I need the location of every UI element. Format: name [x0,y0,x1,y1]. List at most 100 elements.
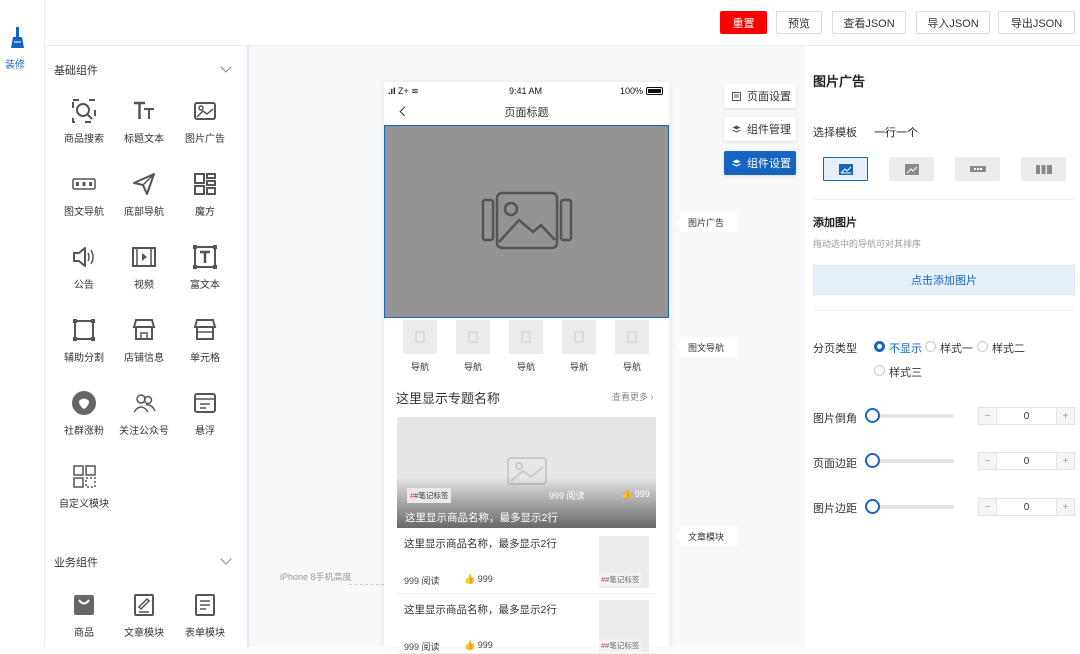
component-rich-text[interactable]: 富文本 [175,240,235,300]
pager-type-label: 分页类型 [813,343,857,355]
nav-label: 导航 [410,362,429,372]
image-placeholder-icon [481,191,573,250]
reset-button[interactable]: 重置 [720,11,767,34]
increment-button[interactable]: + [1057,408,1074,424]
template-label: 选择模板 [813,127,857,139]
pager-radio[interactable] [874,341,885,352]
follow-icon [133,394,156,413]
pager-option-label[interactable]: 不显示 [889,340,922,356]
title-text-icon [134,101,154,119]
nav-item[interactable]: 导航 [509,320,543,373]
pager-radio[interactable] [977,341,988,352]
rich-text-icon [193,245,217,269]
divider-icon [73,319,95,341]
component-follow[interactable]: 关注公众号 [114,386,174,446]
component-divider[interactable]: 辅助分割 [54,313,114,373]
template-single-option[interactable] [823,157,868,181]
page-settings-button[interactable]: 页面设置 [724,84,796,108]
component-manage-button[interactable]: 组件管理 [724,117,796,141]
nav-item[interactable]: 导航 [562,320,596,373]
component-tag[interactable]: 图片广告 [675,212,738,232]
decorate-brush-icon[interactable] [9,26,27,50]
component-cell[interactable]: 单元格 [175,313,235,373]
decrement-button[interactable]: − [979,408,996,424]
component-image-nav[interactable]: 图文导航 [54,167,114,227]
preview-button[interactable]: 预览 [776,11,822,34]
chevron-down-icon[interactable] [220,61,232,73]
nav-item[interactable]: 导航 [403,320,437,373]
basic-components-title: 基础组件 [54,65,98,77]
image-ad-block[interactable] [384,125,669,318]
component-tag[interactable]: 图文导航 [675,337,738,357]
nav-label: 导航 [622,362,641,372]
pager-option-label[interactable]: 样式一 [940,340,973,356]
image-nav-icon [72,178,96,190]
template-multi-option[interactable] [1021,157,1066,181]
pager-radio[interactable] [925,341,936,352]
component-tag[interactable]: 文章模块 [675,526,738,546]
article-item[interactable]: 这里显示商品名称，最多显示2行 999 阅读 👍 999 ##笔记标签 [396,594,656,654]
component-community[interactable]: 社群涨粉 [54,386,114,446]
component-settings-button[interactable]: 组件设置 [724,151,796,175]
page-margin-stepper[interactable]: −0 + [978,452,1075,470]
component-search[interactable]: 商品搜索 [54,94,114,154]
component-video[interactable]: 视频 [114,240,174,300]
component-label: 表单模块 [185,628,225,639]
component-title-text[interactable]: 标题文本 [114,94,174,154]
component-float[interactable]: 悬浮 [175,386,235,446]
component-shop[interactable]: 店铺信息 [114,313,174,373]
component-paper-plane[interactable]: 底部导航 [114,167,174,227]
component-goods[interactable]: 商品 [54,588,114,648]
image-margin-stepper[interactable]: −0 + [978,498,1075,516]
speaker-icon [73,247,94,267]
decrement-button[interactable]: − [979,453,996,469]
corner-slider[interactable] [865,408,954,423]
pager-option-label[interactable]: 样式三 [889,364,922,380]
view-json-button[interactable]: 查看JSON [832,11,906,34]
import-json-button[interactable]: 导入JSON [916,11,990,34]
image-margin-value[interactable]: 0 [996,499,1057,515]
decrement-button[interactable]: − [979,499,996,515]
hero-article-card[interactable]: ##笔记标签 999 阅读 👍 999 这里显示商品名称，最多显示2行 [397,417,656,528]
pager-radio[interactable] [874,365,885,376]
export-json-button[interactable]: 导出JSON [998,11,1075,34]
article-item[interactable]: 这里显示商品名称，最多显示2行 999 阅读 👍 999 ##笔记标签 [396,528,656,594]
component-label: 关注公众号 [119,426,169,437]
article-reads: 999 阅读 [404,576,440,586]
slider-handle[interactable] [865,453,880,468]
image-ad-icon [194,102,216,120]
height-hint-line [349,584,384,585]
component-article[interactable]: 文章模块 [114,588,174,648]
component-label: 图片广告 [185,134,225,145]
component-label: 文章模块 [124,628,164,639]
slider-handle[interactable] [865,408,880,423]
component-cube-grid[interactable]: 魔方 [175,167,235,227]
side-button-label: 组件管理 [747,124,791,136]
increment-button[interactable]: + [1057,453,1074,469]
add-image-button[interactable]: 点击添加图片 [813,265,1075,295]
component-speaker[interactable]: 公告 [54,240,114,300]
chevron-down-icon[interactable] [220,553,232,565]
rail-label-decorate[interactable]: 装修 [0,56,30,71]
page-margin-value[interactable]: 0 [996,453,1057,469]
corner-stepper[interactable]: −0 + [978,407,1075,425]
component-image-ad[interactable]: 图片广告 [175,94,235,154]
nav-item[interactable]: 导航 [456,320,490,373]
component-label: 图文导航 [64,207,104,218]
pager-option-label[interactable]: 样式二 [992,340,1025,356]
page-margin-slider[interactable] [865,453,954,468]
template-swiper-option[interactable] [889,157,934,181]
image-margin-slider[interactable] [865,499,954,514]
template-value: 一行一个 [874,127,918,139]
template-row-option[interactable] [955,157,1000,181]
corner-value[interactable]: 0 [996,408,1057,424]
see-more-link[interactable]: 查看更多 › [612,390,654,403]
slider-handle[interactable] [865,499,880,514]
note-tag: ##笔记标签 [407,488,452,503]
component-custom-module[interactable]: 自定义模块 [54,459,114,519]
component-form[interactable]: 表单模块 [175,588,235,648]
component-label: 商品 [74,628,94,639]
increment-button[interactable]: + [1057,499,1074,515]
community-icon [72,391,96,415]
nav-item[interactable]: 导航 [615,320,649,373]
